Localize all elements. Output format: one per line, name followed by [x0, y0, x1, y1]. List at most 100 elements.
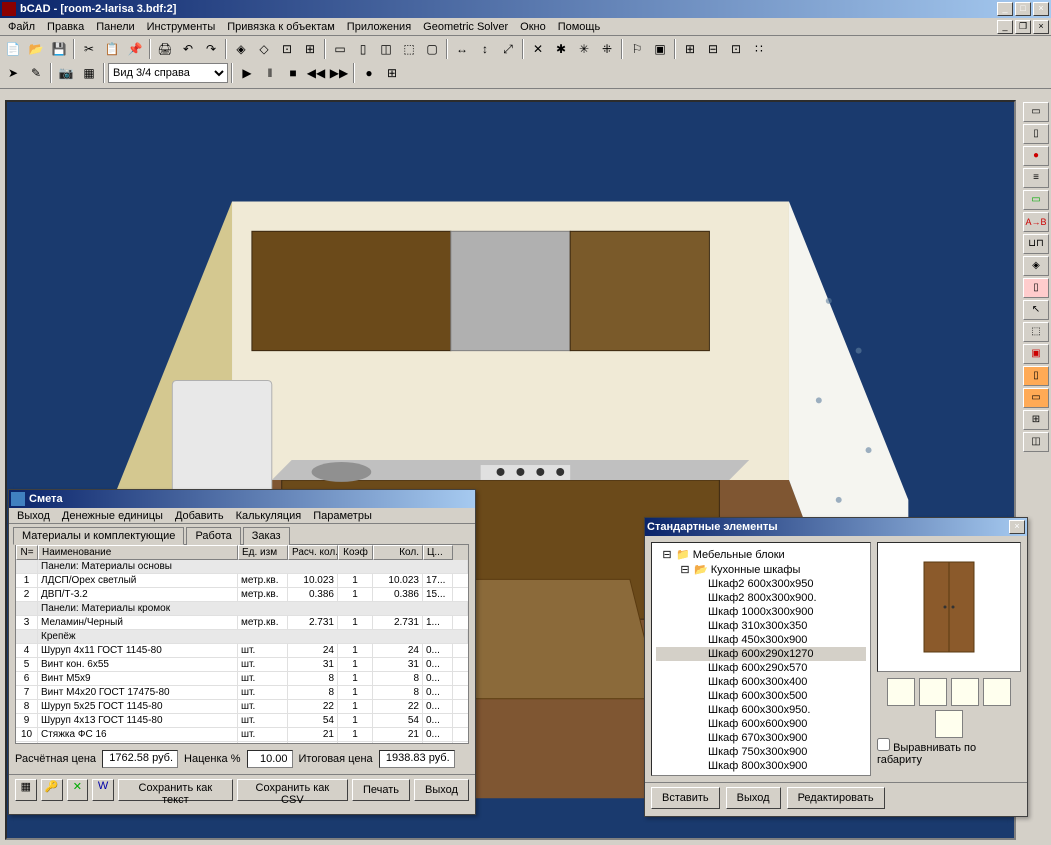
tb-box2-icon[interactable]: ▯ — [352, 38, 374, 60]
thumb-4[interactable] — [983, 678, 1011, 706]
tb-grid2-icon[interactable]: ⊟ — [702, 38, 724, 60]
table-row[interactable]: Панели: Материалы кромок — [16, 602, 468, 616]
table-row[interactable]: 6Винт М5x9шт.8180... — [16, 672, 468, 686]
save-text-button[interactable]: Сохранить как текст — [118, 779, 233, 801]
std-close-button[interactable]: × — [1009, 520, 1025, 534]
palette-shelf-icon[interactable]: ≡ — [1023, 168, 1049, 188]
tb-undo-icon[interactable]: ↶ — [177, 38, 199, 60]
tree-item[interactable]: Шкаф 450x300x900 — [656, 633, 866, 647]
std-exit-button[interactable]: Выход — [726, 787, 781, 809]
maximize-button[interactable]: □ — [1015, 2, 1031, 16]
tree-folder[interactable]: ⊟📂 Кухонные шкафы — [656, 562, 866, 577]
tree-item[interactable]: Шкаф 1000x300x900 — [656, 605, 866, 619]
tb-cross2-icon[interactable]: ✱ — [550, 38, 572, 60]
menu-file[interactable]: Файл — [2, 20, 41, 34]
tb-cross3-icon[interactable]: ✳ — [573, 38, 595, 60]
table-row[interactable]: 2ДВП/Т-3.2метр.кв.0.38610.38615... — [16, 588, 468, 602]
palette-orange1-icon[interactable]: ▯ — [1023, 366, 1049, 386]
thumb-3[interactable] — [951, 678, 979, 706]
menu-help[interactable]: Помощь — [552, 20, 607, 34]
palette-group-icon[interactable]: ⊞ — [1023, 410, 1049, 430]
tb-rew-icon[interactable]: ◀◀ — [305, 62, 327, 84]
tb-win-icon[interactable]: ⊞ — [381, 62, 403, 84]
tree-item[interactable]: Шкаф 600x300x950. — [656, 703, 866, 717]
tree-item[interactable]: Шкаф2 800x300x900. — [656, 591, 866, 605]
table-row[interactable]: 10Стяжка ФС 16шт.211210... — [16, 728, 468, 742]
tb-rec-icon[interactable]: ● — [358, 62, 380, 84]
smeta-menu-currency[interactable]: Денежные единицы — [56, 509, 169, 523]
palette-red-icon[interactable]: ▯ — [1023, 278, 1049, 298]
tb-box3-icon[interactable]: ◫ — [375, 38, 397, 60]
tab-materials[interactable]: Материалы и комплектующие — [13, 527, 184, 545]
tb-snap4-icon[interactable]: ⊞ — [299, 38, 321, 60]
insert-button[interactable]: Вставить — [651, 787, 720, 809]
tb-flag-icon[interactable]: ⚐ — [626, 38, 648, 60]
markup-input[interactable] — [247, 750, 293, 768]
palette-ab-icon[interactable]: A→B — [1023, 212, 1049, 232]
menu-snap[interactable]: Привязка к объектам — [221, 20, 341, 34]
palette-box2-icon[interactable]: ▣ — [1023, 344, 1049, 364]
tb-pause-icon[interactable]: ‖ — [259, 62, 281, 84]
smeta-grid[interactable]: N= Наименование Ед. изм Расч. кол. Коэф … — [15, 544, 469, 744]
tree-item[interactable]: Шкаф 750x300x900 — [656, 745, 866, 759]
tree-item[interactable]: Шкаф 600x600x900 — [656, 717, 866, 731]
table-row[interactable]: 7Винт М4x20 ГОСТ 17475-80шт.8180... — [16, 686, 468, 700]
tree-item[interactable]: Шкаф2 600x300x950 — [656, 577, 866, 591]
tree-item[interactable]: Шкаф 670x300x900 — [656, 731, 866, 745]
tb-cross1-icon[interactable]: ✕ — [527, 38, 549, 60]
menu-window[interactable]: Окно — [514, 20, 552, 34]
col-price[interactable]: Ц... — [423, 545, 453, 560]
std-tree[interactable]: ⊟📁 Мебельные блоки ⊟📂 Кухонные шкафы Шка… — [651, 542, 871, 776]
tb-camera-icon[interactable]: 📷 — [55, 62, 77, 84]
palette-green-icon[interactable]: ▭ — [1023, 190, 1049, 210]
edit-button[interactable]: Редактировать — [787, 787, 885, 809]
tb-copy-icon[interactable]: 📋 — [101, 38, 123, 60]
table-row[interactable]: 3Меламин/Черныйметр.кв.2.73112.7311... — [16, 616, 468, 630]
tb-dim2-icon[interactable]: ↕ — [474, 38, 496, 60]
thumb-1[interactable] — [887, 678, 915, 706]
smeta-x-icon[interactable]: ✕ — [67, 779, 89, 801]
tb-grid1-icon[interactable]: ⊞ — [679, 38, 701, 60]
table-row[interactable]: Крепёж — [16, 630, 468, 644]
table-row[interactable]: 1ЛДСП/Орех светлыйметр.кв.10.023110.0231… — [16, 574, 468, 588]
thumb-2[interactable] — [919, 678, 947, 706]
tb-stop-icon[interactable]: ■ — [282, 62, 304, 84]
thumb-5[interactable] — [935, 710, 963, 738]
smeta-menu-params[interactable]: Параметры — [307, 509, 378, 523]
tree-item[interactable]: Шкаф 600x300x400 — [656, 675, 866, 689]
tb-new-icon[interactable]: 📄 — [2, 38, 24, 60]
tree-item[interactable]: Шкаф 800x300x900 — [656, 759, 866, 773]
std-titlebar[interactable]: Стандартные элементы × — [645, 518, 1027, 536]
palette-box-icon[interactable]: ⬚ — [1023, 322, 1049, 342]
tb-render-icon[interactable]: ▦ — [78, 62, 100, 84]
col-calc[interactable]: Расч. кол. — [288, 545, 338, 560]
table-row[interactable]: 9Шуруп 4x13 ГОСТ 1145-80шт.541540... — [16, 714, 468, 728]
tb-paste-icon[interactable]: 📌 — [124, 38, 146, 60]
tab-work[interactable]: Работа — [186, 527, 240, 545]
tree-item[interactable]: Шкаф 310x300x350 — [656, 619, 866, 633]
palette-cab1-icon[interactable]: ▯ — [1023, 124, 1049, 144]
tb-redo-icon[interactable]: ↷ — [200, 38, 222, 60]
col-koef[interactable]: Коэф — [338, 545, 373, 560]
tree-item[interactable]: Шкаф 600x290x1270 — [656, 647, 866, 661]
exit-button[interactable]: Выход — [414, 779, 469, 801]
smeta-menu-calc[interactable]: Калькуляция — [230, 509, 308, 523]
tree-item[interactable]: Шкаф 600x290x570 — [656, 661, 866, 675]
tb-snap2-icon[interactable]: ◇ — [253, 38, 275, 60]
save-csv-button[interactable]: Сохранить как CSV — [237, 779, 348, 801]
tb-open-icon[interactable]: 📂 — [25, 38, 47, 60]
tb-cut-icon[interactable]: ✂ — [78, 38, 100, 60]
palette-3d-icon[interactable]: ▭ — [1023, 102, 1049, 122]
print-button[interactable]: Печать — [352, 779, 410, 801]
tb-box5-icon[interactable]: ▢ — [421, 38, 443, 60]
menu-panels[interactable]: Панели — [90, 20, 140, 34]
minimize-button[interactable]: _ — [997, 2, 1013, 16]
tb-snap3-icon[interactable]: ⊡ — [276, 38, 298, 60]
palette-tag-icon[interactable]: ◈ — [1023, 256, 1049, 276]
tab-order[interactable]: Заказ — [243, 527, 290, 545]
tb-tool-icon[interactable]: ✎ — [25, 62, 47, 84]
col-n[interactable]: N= — [16, 545, 38, 560]
menu-apps[interactable]: Приложения — [341, 20, 417, 34]
tb-play-icon[interactable]: ▶ — [236, 62, 258, 84]
palette-arrow-icon[interactable]: ↖ — [1023, 300, 1049, 320]
